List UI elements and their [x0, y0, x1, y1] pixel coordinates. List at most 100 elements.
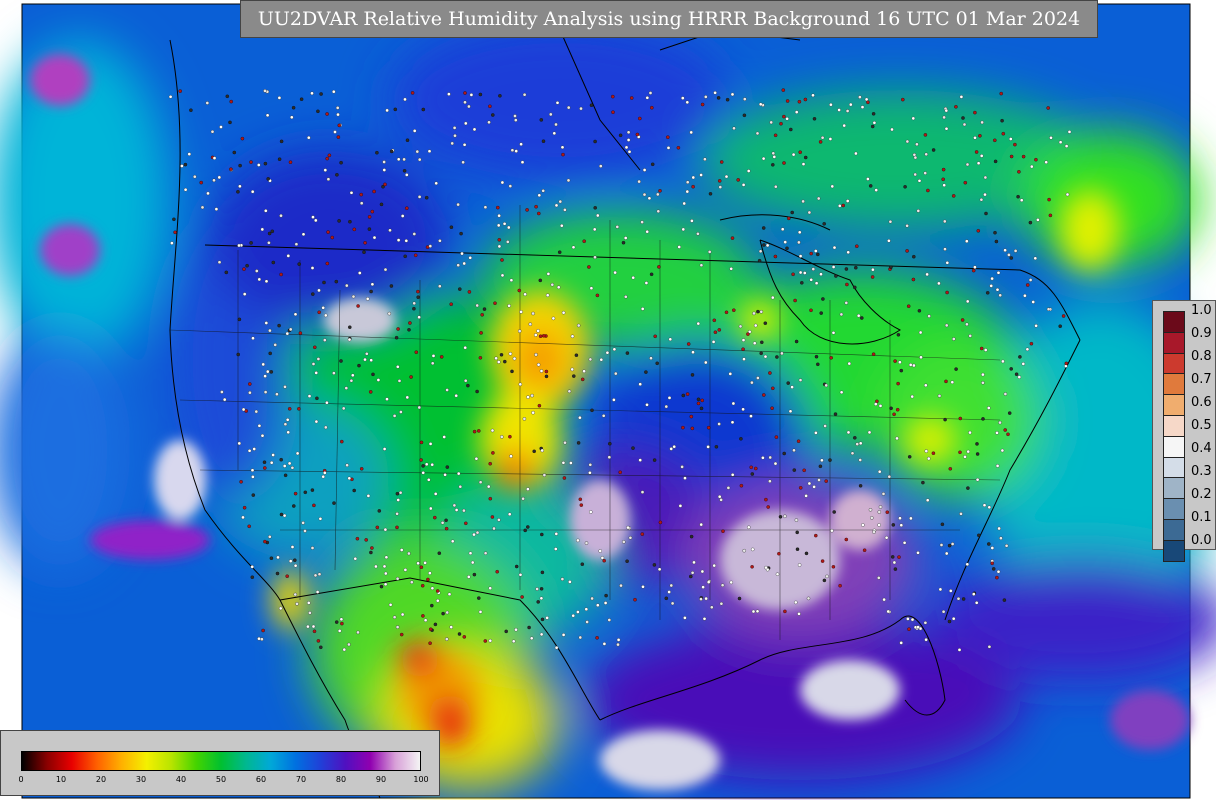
station-dot	[326, 177, 331, 181]
station-dot	[602, 642, 607, 646]
station-dot	[469, 93, 474, 97]
station-dot	[321, 474, 325, 479]
station-dot	[345, 463, 349, 467]
station-dot	[981, 372, 985, 377]
station-dot	[720, 583, 725, 587]
station-dot	[726, 486, 731, 490]
station-dot	[417, 405, 422, 410]
station-dot	[445, 465, 450, 469]
station-dot	[412, 232, 417, 236]
station-dot	[756, 376, 760, 380]
station-dot	[510, 148, 515, 152]
station-dot	[793, 298, 797, 303]
station-dot	[699, 406, 704, 411]
station-dot	[571, 245, 576, 250]
station-dot	[433, 515, 437, 520]
station-dot	[689, 534, 694, 539]
station-dot	[797, 563, 802, 567]
station-dot	[396, 365, 400, 369]
station-dot	[730, 92, 735, 97]
station-dot	[979, 346, 984, 351]
station-dot	[998, 293, 1002, 298]
station-dot	[490, 515, 495, 519]
station-dot	[251, 493, 256, 497]
station-dot	[866, 100, 870, 105]
station-dot	[478, 480, 483, 484]
station-dot	[730, 420, 735, 425]
station-dot	[637, 179, 641, 184]
station-dot	[860, 316, 864, 320]
station-dot	[264, 279, 269, 284]
station-dot	[853, 436, 857, 440]
station-dot	[222, 397, 227, 402]
station-dot	[335, 106, 340, 110]
station-dot	[537, 211, 541, 216]
station-dot	[310, 266, 315, 270]
station-dot	[560, 223, 564, 228]
station-dot	[812, 117, 817, 121]
station-dot	[621, 240, 626, 245]
station-dot	[419, 458, 423, 462]
station-dot	[285, 331, 290, 336]
station-dot	[511, 639, 516, 644]
station-dot	[834, 274, 838, 278]
station-dot	[830, 184, 835, 189]
station-dot	[635, 132, 640, 137]
station-dot	[717, 494, 722, 499]
station-dot	[514, 627, 518, 632]
station-dot	[507, 512, 512, 516]
station-dot	[363, 241, 367, 245]
station-dot	[611, 94, 615, 99]
station-dot	[1034, 157, 1038, 162]
station-dot	[938, 587, 943, 592]
station-dot	[814, 249, 818, 253]
station-dot	[854, 151, 858, 156]
station-dot	[392, 414, 397, 418]
station-dot	[762, 393, 766, 397]
station-dot	[931, 451, 936, 455]
station-dot	[739, 483, 744, 488]
station-dot	[921, 480, 925, 485]
station-dot	[382, 168, 387, 172]
station-dot	[474, 456, 479, 461]
station-dot	[205, 101, 210, 105]
station-dot	[423, 618, 428, 622]
station-dot	[837, 108, 841, 112]
station-dot	[768, 455, 772, 460]
station-dot	[275, 571, 280, 576]
station-dot	[818, 464, 823, 469]
station-dot	[442, 435, 446, 439]
station-dot	[924, 637, 928, 642]
station-dot	[444, 526, 449, 531]
station-dot	[472, 127, 477, 132]
station-dot	[545, 616, 549, 620]
station-dot	[526, 525, 530, 529]
station-dot	[689, 130, 693, 135]
station-dot	[168, 95, 173, 99]
station-dot	[514, 118, 518, 122]
station-dot	[944, 551, 949, 556]
station-dot	[644, 370, 648, 374]
rh-colorbar-tick: 70	[295, 775, 307, 784]
station-dot	[311, 362, 316, 366]
station-dot	[399, 410, 403, 414]
station-dot	[433, 492, 438, 496]
station-dot	[488, 638, 493, 643]
station-dot	[616, 638, 621, 642]
station-dot	[584, 607, 589, 611]
station-dot	[871, 267, 875, 272]
station-dot	[604, 593, 608, 598]
station-dot	[242, 292, 247, 296]
station-dot	[579, 503, 584, 507]
station-dot	[496, 223, 501, 228]
station-dot	[771, 295, 775, 300]
station-dot	[382, 160, 386, 164]
station-dot	[316, 109, 320, 114]
station-dot	[1048, 213, 1053, 218]
station-dot	[626, 525, 630, 530]
station-dot	[431, 354, 436, 358]
station-dot	[906, 617, 910, 621]
station-dot	[372, 235, 377, 240]
station-dot	[325, 261, 330, 266]
station-dot	[884, 535, 889, 540]
